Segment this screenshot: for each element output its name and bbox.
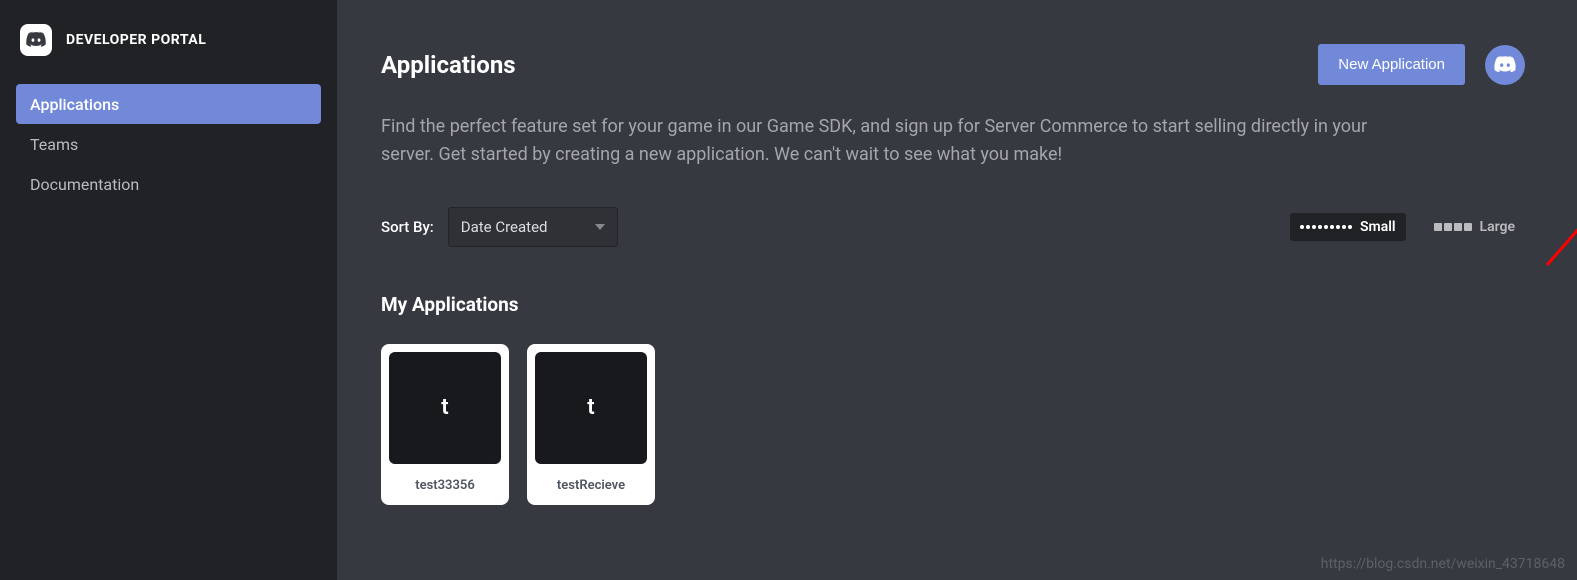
header-actions: New Application (1318, 44, 1525, 85)
sidebar-item-documentation[interactable]: Documentation (16, 164, 321, 204)
sidebar-item-label: Applications (30, 95, 119, 114)
watermark: https://blog.csdn.net/weixin_43718648 (1321, 556, 1565, 572)
sidebar-item-label: Teams (30, 135, 78, 154)
sidebar: DEVELOPER PORTAL Applications Teams Docu… (0, 0, 337, 580)
view-small-label: Small (1360, 219, 1396, 235)
chevron-down-icon (595, 224, 605, 230)
grid-small-icon (1300, 225, 1352, 229)
brand: DEVELOPER PORTAL (0, 24, 337, 84)
discord-logo-icon (20, 24, 52, 56)
page-description: Find the perfect feature set for your ga… (381, 113, 1421, 169)
sidebar-item-label: Documentation (30, 175, 139, 194)
applications-grid: t test33356 t testRecieve (381, 344, 1525, 505)
page-title: Applications (381, 51, 516, 79)
view-large-button[interactable]: Large (1424, 213, 1526, 241)
discord-icon (1493, 53, 1517, 77)
sidebar-item-applications[interactable]: Applications (16, 84, 321, 124)
view-toggle: Small Large (1290, 213, 1525, 241)
avatar[interactable] (1485, 45, 1525, 85)
brand-title: DEVELOPER PORTAL (66, 32, 206, 48)
main-content: Applications New Application Find the pe… (337, 0, 1577, 580)
app-name: testRecieve (557, 478, 625, 493)
app-thumbnail: t (389, 352, 501, 464)
new-application-button[interactable]: New Application (1318, 44, 1465, 85)
view-large-label: Large (1480, 219, 1516, 235)
my-applications-title: My Applications (381, 293, 1525, 316)
app-thumbnail: t (535, 352, 647, 464)
sort-selected-value: Date Created (461, 218, 548, 236)
app-card[interactable]: t test33356 (381, 344, 509, 505)
annotation-arrow-icon (1537, 95, 1577, 275)
controls-row: Sort By: Date Created Small Large (381, 207, 1525, 247)
sidebar-nav: Applications Teams Documentation (0, 84, 337, 204)
grid-large-icon (1434, 223, 1472, 231)
sort-control: Sort By: Date Created (381, 207, 618, 247)
app-name: test33356 (415, 478, 475, 493)
header-row: Applications New Application (381, 44, 1525, 85)
sort-select[interactable]: Date Created (448, 207, 618, 247)
view-small-button[interactable]: Small (1290, 213, 1406, 241)
app-card[interactable]: t testRecieve (527, 344, 655, 505)
sort-label: Sort By: (381, 218, 434, 236)
sidebar-item-teams[interactable]: Teams (16, 124, 321, 164)
